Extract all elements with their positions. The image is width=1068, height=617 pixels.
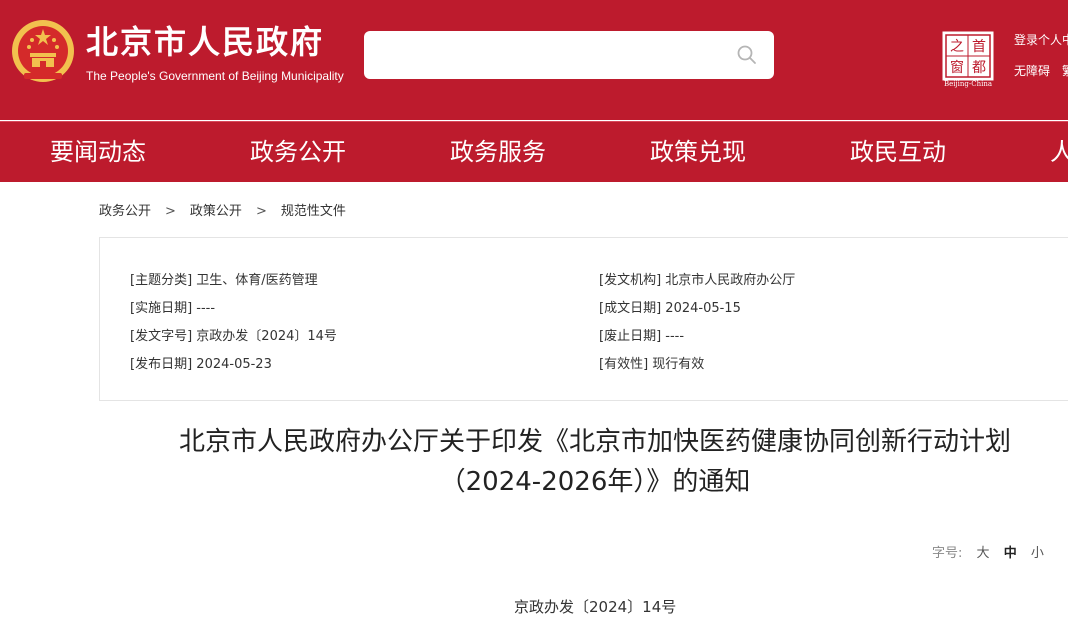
svg-text:首: 首	[972, 39, 986, 55]
accessibility-link[interactable]: 无障碍	[1014, 62, 1050, 79]
site-header: 北京市人民政府 The People's Government of Beiji…	[0, 0, 1068, 120]
meta-validity: [有效性] 现行有效	[599, 353, 704, 372]
document-metadata-box: [主题分类] 卫生、体育/医药管理 [实施日期] ---- [发文字号] 京政办…	[99, 237, 1068, 401]
meta-doc-number: [发文字号] 京政办发〔2024〕14号	[130, 325, 337, 344]
capital-window-caption: Beijing-China	[943, 80, 993, 88]
nav-item-news[interactable]: 要闻动态	[50, 122, 146, 182]
font-size-medium-button[interactable]: 中	[1004, 542, 1017, 561]
svg-text:窗: 窗	[950, 59, 964, 76]
meta-value: 京政办发〔2024〕14号	[196, 329, 337, 344]
meta-label: [有效性]	[599, 357, 649, 372]
meta-value: ----	[665, 329, 685, 344]
login-link[interactable]: 登录个人中	[1014, 31, 1068, 48]
breadcrumb: 政务公开 > 政策公开 > 规范性文件	[99, 200, 346, 219]
meta-value: 现行有效	[652, 357, 705, 372]
breadcrumb-item[interactable]: 政策公开	[190, 204, 242, 219]
search-input[interactable]	[374, 41, 718, 71]
breadcrumb-separator: >	[165, 204, 176, 219]
meta-publish-date: [发布日期] 2024-05-23	[130, 353, 272, 372]
meta-label: [废止日期]	[599, 329, 662, 344]
meta-label: [成文日期]	[599, 301, 662, 316]
meta-label: [发布日期]	[130, 357, 193, 372]
site-subtitle: The People's Government of Beijing Munic…	[86, 69, 344, 83]
nav-item-policy[interactable]: 政策兑现	[650, 122, 746, 182]
breadcrumb-item[interactable]: 政务公开	[99, 204, 151, 219]
meta-label: [发文字号]	[130, 329, 193, 344]
traditional-chinese-link[interactable]: 繁	[1062, 62, 1068, 79]
meta-expiry-date: [废止日期] ----	[599, 325, 684, 344]
nav-item-gov-services[interactable]: 政务服务	[450, 122, 546, 182]
national-emblem-icon[interactable]	[10, 17, 76, 87]
meta-label: [主题分类]	[130, 273, 193, 288]
search-icon[interactable]	[736, 44, 758, 66]
capital-window-logo-icon: 之 首 窗 都	[942, 31, 994, 81]
meta-written-date: [成文日期] 2024-05-15	[599, 297, 741, 316]
font-size-control: 字号: 大 中 小	[932, 542, 1044, 561]
meta-value: 2024-05-23	[196, 357, 272, 372]
site-title[interactable]: 北京市人民政府	[86, 22, 324, 62]
search-box	[364, 31, 774, 79]
font-size-small-button[interactable]: 小	[1031, 542, 1044, 561]
breadcrumb-item[interactable]: 规范性文件	[281, 204, 346, 219]
meta-value: 卫生、体育/医药管理	[196, 273, 318, 288]
document-title-line: （2024-2026年）》的通知	[439, 467, 751, 497]
svg-text:都: 都	[972, 60, 986, 76]
nav-item-more[interactable]: 人	[1050, 122, 1068, 182]
meta-label: [发文机构]	[599, 273, 662, 288]
nav-item-gov-affairs[interactable]: 政务公开	[250, 122, 346, 182]
font-size-large-button[interactable]: 大	[977, 542, 990, 561]
meta-value: ----	[196, 301, 216, 316]
document-number: 京政办发〔2024〕14号	[514, 598, 677, 616]
font-size-label: 字号:	[932, 546, 963, 561]
svg-text:之: 之	[950, 39, 964, 55]
meta-value: 北京市人民政府办公厅	[665, 273, 796, 288]
document-title-line: 北京市人民政府办公厅关于印发《北京市加快医药健康协同创新行动计划	[178, 427, 1011, 457]
meta-topic: [主题分类] 卫生、体育/医药管理	[130, 269, 318, 288]
meta-effective-date: [实施日期] ----	[130, 297, 215, 316]
main-nav: 要闻动态 政务公开 政务服务 政策兑现 政民互动 人	[0, 121, 1068, 182]
meta-value: 2024-05-15	[665, 301, 741, 316]
meta-label: [实施日期]	[130, 301, 193, 316]
meta-issuer: [发文机构] 北京市人民政府办公厅	[599, 269, 795, 288]
breadcrumb-separator: >	[255, 204, 267, 219]
document-title: 北京市人民政府办公厅关于印发《北京市加快医药健康协同创新行动计划 （2024-2…	[120, 422, 1068, 502]
nav-item-interaction[interactable]: 政民互动	[850, 122, 946, 182]
